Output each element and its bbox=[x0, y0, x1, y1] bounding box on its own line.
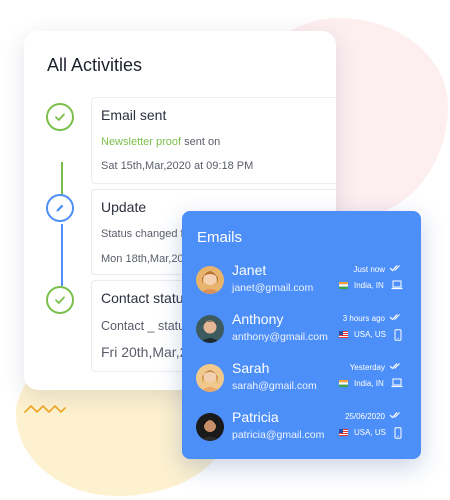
india-flag bbox=[339, 282, 348, 289]
timeline-check-icon bbox=[46, 286, 74, 314]
laptop-icon bbox=[391, 280, 403, 290]
squiggle-decoration bbox=[24, 405, 66, 413]
email-row-patricia[interactable]: Patricia patricia@gmail.com 25/06/2020 U… bbox=[182, 409, 421, 449]
emails-title: Emails bbox=[197, 229, 243, 246]
activity-highlight: Contact _ statu bbox=[101, 319, 186, 333]
check-icon bbox=[55, 113, 65, 121]
email-location: India, IN bbox=[354, 379, 384, 388]
email-sender-address: janet@gmail.com bbox=[232, 282, 314, 294]
activity-title: Email sent bbox=[101, 107, 167, 123]
phone-icon bbox=[394, 427, 402, 439]
activity-item-email-sent[interactable]: Email sent Newsletter proof sent on Sat … bbox=[91, 97, 336, 184]
activity-text: sent on bbox=[181, 136, 221, 148]
timeline-edit-icon bbox=[46, 194, 74, 222]
email-time: 25/06/2020 bbox=[344, 412, 385, 421]
email-row-sarah[interactable]: Sarah sarah@gmail.com Yesterday India, I… bbox=[182, 360, 421, 400]
activity-highlight: Newsletter proof bbox=[101, 136, 182, 148]
activity-description: Status changed f bbox=[101, 228, 184, 240]
email-time: Yesterday bbox=[349, 363, 385, 372]
email-sender-address: sarah@gmail.com bbox=[232, 380, 317, 392]
activities-title: All Activities bbox=[47, 55, 143, 75]
email-row-anthony[interactable]: Anthony anthony@gmail.com 3 hours ago US… bbox=[182, 311, 421, 351]
avatar bbox=[196, 364, 224, 392]
usa-flag bbox=[339, 331, 348, 338]
email-sender-name: Janet bbox=[232, 262, 267, 278]
double-check-icon bbox=[389, 265, 400, 272]
email-sender-address: patricia@gmail.com bbox=[232, 429, 325, 441]
phone-icon bbox=[394, 329, 402, 341]
email-sender-name: Patricia bbox=[232, 409, 279, 425]
email-location: USA, US bbox=[354, 330, 387, 339]
email-location: India, IN bbox=[354, 281, 384, 290]
activity-title: Update bbox=[101, 199, 147, 215]
email-sender-name: Sarah bbox=[232, 360, 270, 376]
pencil-icon bbox=[56, 204, 64, 212]
usa-flag bbox=[339, 429, 348, 436]
email-row-janet[interactable]: Janet janet@gmail.com Just now India, IN bbox=[182, 262, 421, 302]
timeline-check-icon bbox=[46, 103, 74, 131]
check-icon bbox=[55, 296, 65, 304]
activity-description: Newsletter proof sent on bbox=[101, 136, 220, 148]
email-location: USA, US bbox=[354, 428, 387, 437]
email-sender-name: Anthony bbox=[232, 311, 284, 327]
avatar bbox=[196, 266, 224, 294]
email-time: Just now bbox=[353, 265, 385, 274]
activity-date: Fri 20th,Mar,2 bbox=[101, 344, 188, 360]
avatar bbox=[196, 413, 224, 441]
activity-date: Sat 15th,Mar,2020 at 09:18 PM bbox=[101, 160, 254, 172]
activity-title: Contact status bbox=[101, 290, 191, 306]
double-check-icon bbox=[389, 412, 400, 419]
timeline-connector bbox=[61, 224, 63, 286]
laptop-icon bbox=[391, 378, 403, 388]
activity-date: Mon 18th,Mar,20 bbox=[101, 253, 184, 265]
email-time: 3 hours ago bbox=[342, 314, 385, 323]
avatar bbox=[196, 315, 224, 343]
emails-card: Emails Janet janet@gmail.com Just now In… bbox=[182, 211, 421, 459]
double-check-icon bbox=[389, 314, 400, 321]
india-flag bbox=[339, 380, 348, 387]
double-check-icon bbox=[389, 363, 400, 370]
email-sender-address: anthony@gmail.com bbox=[232, 331, 328, 343]
